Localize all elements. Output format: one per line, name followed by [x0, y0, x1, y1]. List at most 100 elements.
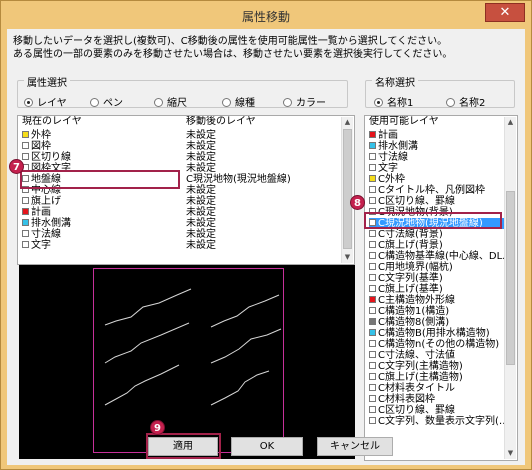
column-header-current[interactable]: 現在のレイヤ [22, 116, 82, 128]
available-layer-list[interactable]: 使用可能レイヤ 計画 排水側溝 寸法線 文字 C外枠 Cタイトル枠、凡例図枠 C区切り線、罫… [364, 115, 518, 461]
available-layer-row[interactable]: 排水側溝 [369, 141, 505, 152]
available-layer-row[interactable]: C構造物8(側溝) [369, 317, 505, 328]
scroll-down-icon[interactable]: ▼ [505, 448, 516, 459]
available-layer-row[interactable]: C文字列、数量表示文字列(… [369, 416, 509, 427]
ground-line-2 [210, 294, 280, 328]
ground-line-4 [210, 328, 282, 364]
layer-name: 計画 [378, 130, 398, 141]
available-layer-row[interactable]: C文字列(主構造物) [369, 361, 505, 372]
radio-layer[interactable]: レイヤ [24, 94, 67, 109]
available-layer-row[interactable]: C材料表タイトル [369, 383, 505, 394]
current-layer-row[interactable]: 計画 [22, 207, 51, 218]
layer-name: C文字列(主構造物) [378, 361, 463, 372]
available-layer-row[interactable]: C旗上げ(主構造物) [369, 372, 505, 383]
after-layer-cell[interactable]: 未設定 [186, 141, 216, 152]
layer-name: C構造物8(側溝) [378, 317, 450, 328]
available-layer-row[interactable]: C寸法線、寸法値 [369, 350, 505, 361]
layer-name: 排水側溝 [378, 141, 418, 152]
current-layer-row[interactable]: 排水側溝 [22, 218, 71, 229]
available-layer-row[interactable]: C文字列(基準) [369, 273, 505, 284]
scroll-down-icon[interactable]: ▼ [342, 252, 353, 263]
after-layer-cell[interactable]: 未設定 [186, 152, 216, 163]
available-layer-row[interactable]: C構造物基準線(中心線、DL... [369, 251, 512, 262]
scroll-thumb[interactable] [506, 191, 515, 365]
after-layer-cell[interactable]: C現況地物(現況地盤線) [186, 174, 291, 185]
available-layer-row[interactable]: C寸法線(背景) [369, 229, 505, 240]
radio-unchecked-icon [283, 98, 292, 107]
available-layer-row[interactable]: C構造物n(その他の構造物) [369, 339, 505, 350]
radio-unchecked-icon [222, 98, 231, 107]
callout-box-ground-line [20, 170, 180, 189]
radio-pen[interactable]: ペン [90, 94, 123, 109]
radio-color[interactable]: カラー [283, 94, 326, 109]
after-layer-cell[interactable]: 未設定 [186, 229, 216, 240]
after-layer-cell[interactable]: 未設定 [186, 163, 216, 174]
layer-name: C材料表タイトル [378, 383, 455, 394]
available-layer-row[interactable]: C区切り線、罫線 [369, 196, 505, 207]
layer-color-swatch [369, 252, 376, 259]
current-list-scrollbar[interactable]: ▲ ▼ [341, 117, 353, 263]
current-layer-row[interactable]: 外枠 [22, 130, 51, 141]
available-layer-row[interactable]: C構造物1(構造) [369, 306, 505, 317]
available-layer-row[interactable]: 寸法線 [369, 152, 505, 163]
available-layer-row[interactable]: C区切り線、罫線 [369, 405, 505, 416]
available-layer-row[interactable]: C旗上げ(背景) [369, 240, 505, 251]
layer-name: C構造物n(その他の構造物) [378, 339, 500, 350]
scroll-thumb[interactable] [343, 129, 352, 249]
layer-color-swatch [369, 197, 376, 204]
layer-color-swatch [369, 395, 376, 402]
name-select-label: 名称選択 [372, 74, 418, 89]
after-layer-cell[interactable]: 未設定 [186, 218, 216, 229]
column-header-after[interactable]: 移動後のレイヤ [186, 116, 256, 128]
layer-color-swatch [369, 329, 376, 336]
layer-name: C文字列(基準) [378, 273, 443, 284]
layer-color-swatch [369, 153, 376, 160]
layer-color-swatch [22, 197, 29, 204]
layer-color-swatch [369, 384, 376, 391]
available-layer-row[interactable]: C外枠 [369, 174, 505, 185]
available-layer-row[interactable]: Cタイトル枠、凡例図枠 [369, 185, 505, 196]
available-layer-row[interactable]: C構造物B(用排水構造物) [369, 328, 505, 339]
current-layer-row[interactable]: 文字 [22, 240, 51, 251]
layer-color-swatch [369, 340, 376, 347]
cancel-button[interactable]: キャンセル [317, 437, 393, 456]
layer-color-swatch [369, 164, 376, 171]
current-layer-list[interactable]: 現在のレイヤ 移動後のレイヤ 外枠 未設定 図枠 未設定 区切り線 未設定 図枠文字 未設定地… [17, 115, 355, 265]
after-layer-cell[interactable]: 未設定 [186, 185, 216, 196]
available-layer-row[interactable]: C主構造物外形線 [369, 295, 505, 306]
after-layer-cell[interactable]: 未設定 [186, 196, 216, 207]
after-layer-cell[interactable]: 未設定 [186, 240, 216, 251]
layer-color-swatch [22, 142, 29, 149]
scroll-up-icon[interactable]: ▲ [505, 117, 516, 128]
after-layer-cell[interactable]: 未設定 [186, 130, 216, 141]
radio-linetype[interactable]: 線種 [222, 94, 255, 109]
available-layer-row[interactable]: C旗上げ(基準) [369, 284, 505, 295]
layer-name: 文字 [378, 163, 398, 174]
available-layer-row[interactable]: 文字 [369, 163, 505, 174]
layer-name: 区切り線 [31, 152, 71, 163]
layer-color-swatch [22, 230, 29, 237]
radio-scale[interactable]: 縮尺 [154, 94, 187, 109]
close-button[interactable]: ✕ [485, 3, 525, 22]
current-layer-row[interactable]: 旗上げ [22, 196, 61, 207]
layer-name: C寸法線、寸法値 [378, 350, 455, 361]
available-list-scrollbar[interactable]: ▲ ▼ [504, 117, 516, 459]
scroll-up-icon[interactable]: ▲ [342, 117, 353, 128]
available-layer-row[interactable]: 計画 [369, 130, 505, 141]
current-layer-row[interactable]: 寸法線 [22, 229, 61, 240]
ok-button[interactable]: OK [231, 437, 303, 456]
name-select-group: 名称選択 名称1 名称2 [365, 74, 515, 109]
radio-name1[interactable]: 名称1 [374, 94, 413, 109]
title-bar: 属性移動 ✕ [1, 1, 531, 29]
ground-line-3 [104, 322, 190, 364]
available-layer-row[interactable]: C用地境界(幅杭) [369, 262, 505, 273]
radio-checked-icon [24, 98, 33, 107]
attribute-move-dialog: 属性移動 ✕ 移動したいデータを選択し(複数可)、C移動後の属性を使用可能属性一… [0, 0, 532, 470]
available-layer-row[interactable]: C材料表図枠 [369, 394, 505, 405]
current-layer-row[interactable]: 区切り線 [22, 152, 71, 163]
radio-name2[interactable]: 名称2 [446, 94, 485, 109]
after-layer-cell[interactable]: 未設定 [186, 207, 216, 218]
current-layer-row[interactable]: 図枠 [22, 141, 51, 152]
layer-name: C旗上げ(主構造物) [378, 372, 463, 383]
layer-name: 文字 [31, 240, 51, 251]
